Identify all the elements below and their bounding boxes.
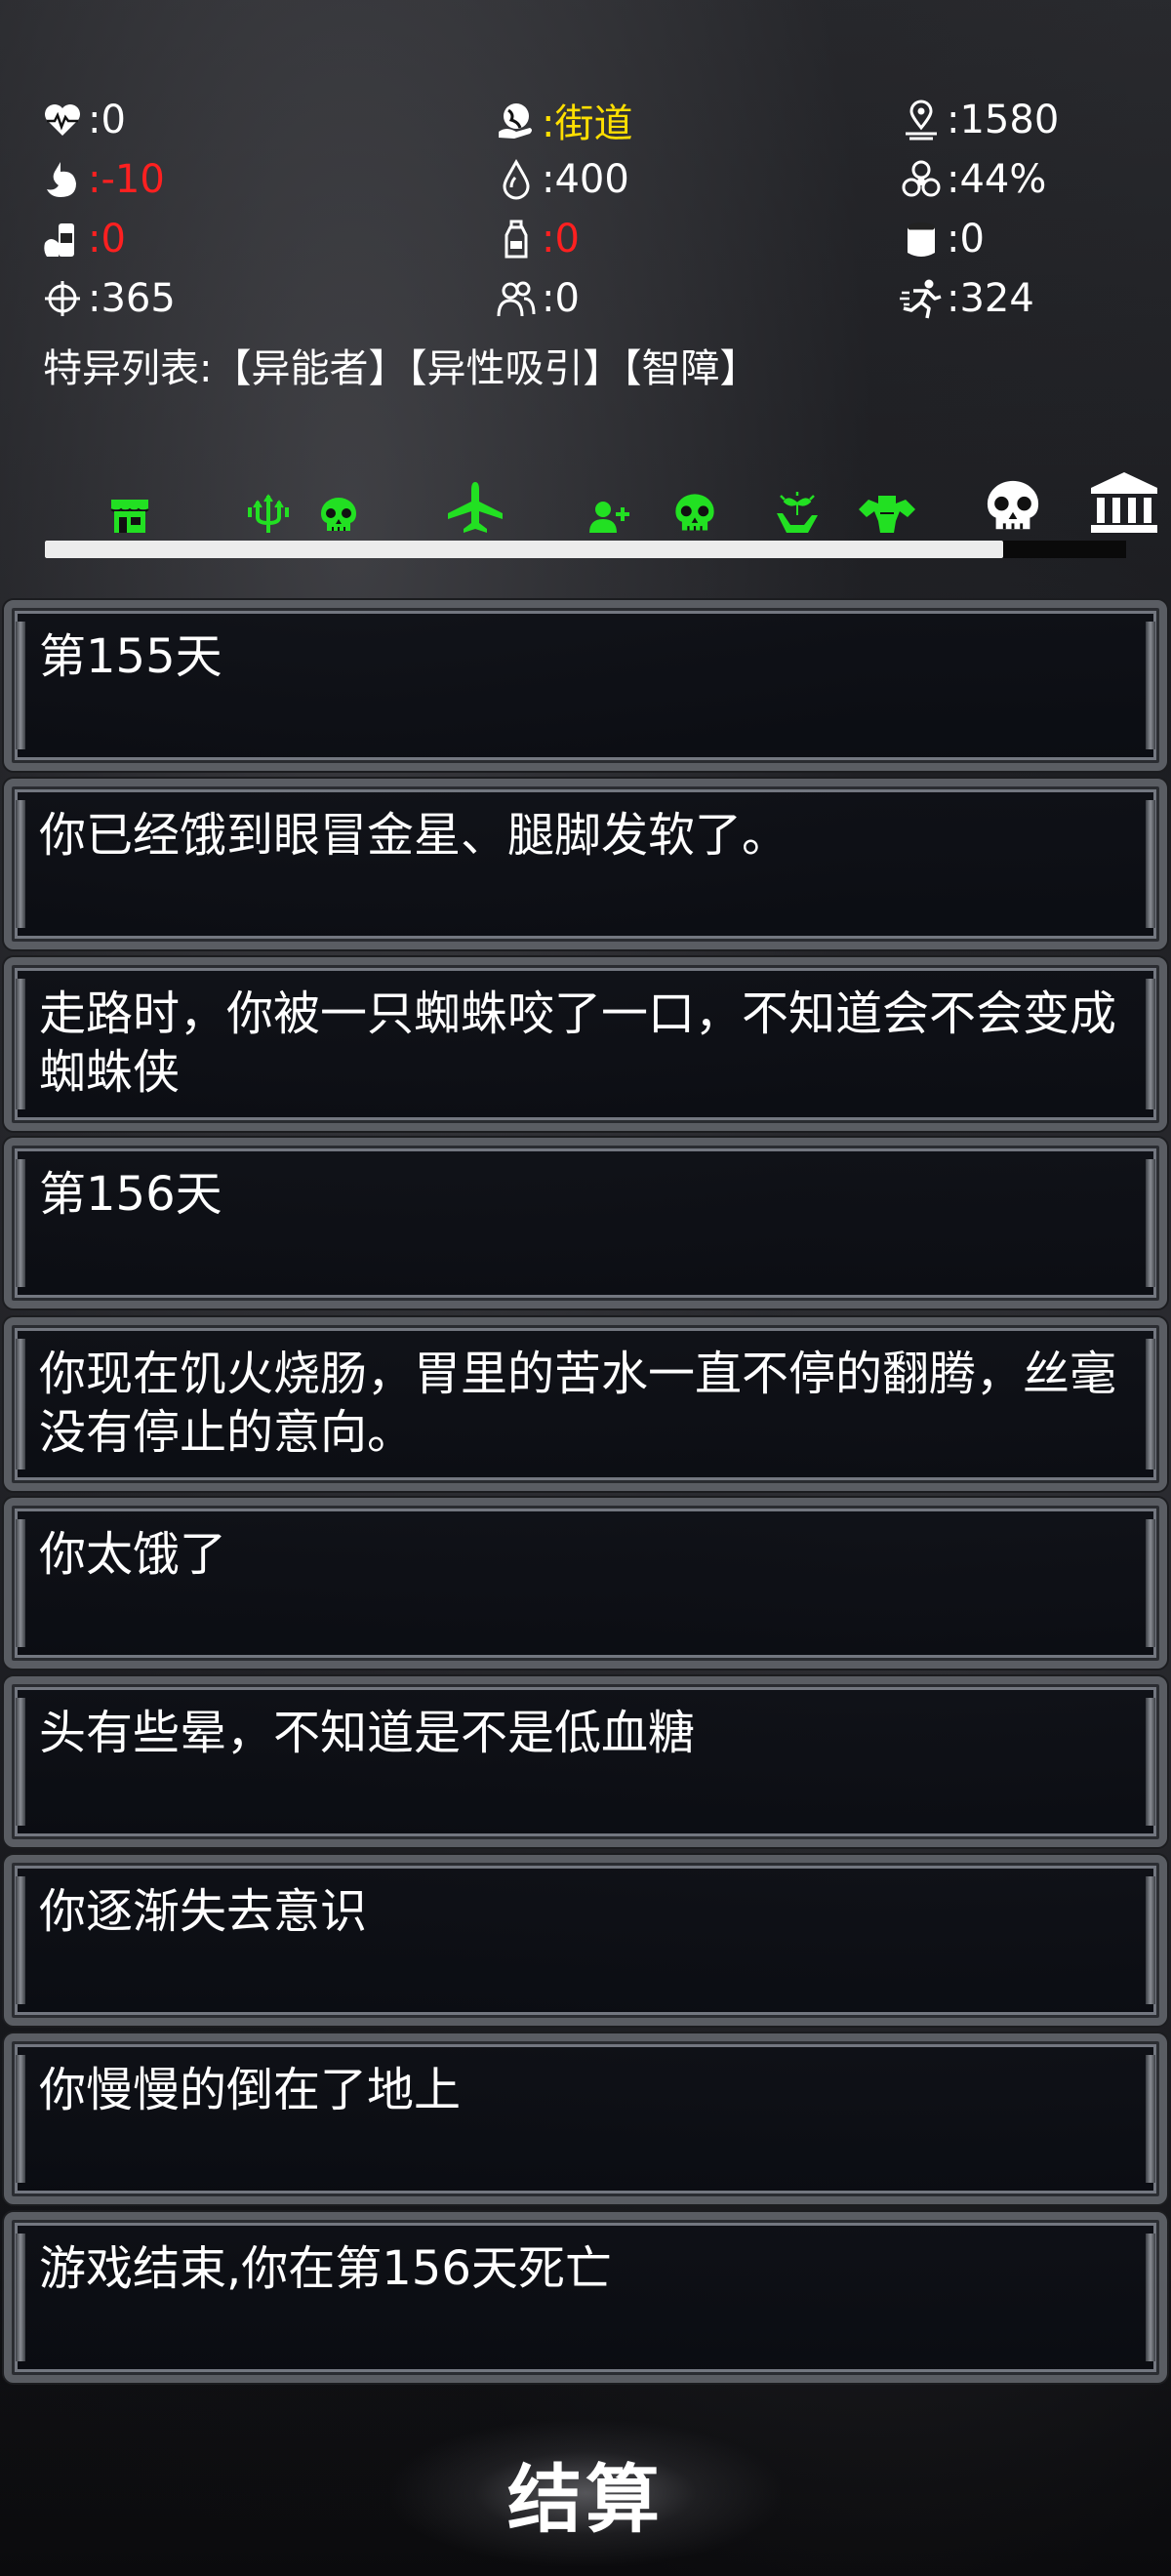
stat-health: :0: [39, 93, 126, 147]
log-entry-text: 你已经饿到眼冒金星、腿脚发软了。: [39, 808, 789, 863]
bottle-icon: [493, 216, 540, 262]
trident-icon[interactable]: [246, 494, 291, 535]
biohazard-icon: [898, 156, 945, 203]
people-icon: [493, 275, 540, 322]
stat-infection-value: :44%: [947, 157, 1047, 202]
stats-row-4: :365 :0 :324: [39, 271, 1142, 331]
log-entry-text: 游戏结束,你在第156天死亡: [39, 2241, 612, 2296]
stat-crosshair: :365: [39, 271, 176, 326]
log-entry: 你慢慢的倒在了地上: [4, 2033, 1167, 2204]
stats-panel: :0 :街道 :1580 :-10:400:44%:0:0:0:36…: [39, 93, 1142, 331]
stat-health-value: :0: [88, 98, 126, 142]
skull-icon[interactable]: [671, 492, 718, 535]
log-entry-text: 走路时，你被一只蜘蛛咬了一口，不知道会不会变成蜘蛛侠: [39, 986, 1117, 1100]
log-entry: 第156天: [4, 1138, 1167, 1308]
stat-hunger-value: :-10: [88, 157, 165, 202]
log-entry: 你逐渐失去意识: [4, 1855, 1167, 2026]
stat-distance: :1580: [898, 93, 1059, 147]
skull-icon[interactable]: [982, 478, 1044, 535]
add-person-icon[interactable]: [587, 500, 632, 535]
stat-ammo: :0: [898, 212, 985, 266]
log-entry-text: 你太饿了: [39, 1527, 227, 1582]
timeline-progress-fill: [45, 541, 1003, 558]
log-entry-text: 你逐渐失去意识: [39, 1884, 368, 1939]
stat-drink-value: :0: [542, 217, 580, 262]
log-entry-text: 头有些晕，不知道是不是低血糖: [39, 1706, 696, 1760]
traits-list: 特异列表:【异能者】【异性吸引】【智障】: [43, 346, 759, 391]
log-entry-text: 第155天: [39, 629, 222, 684]
log-entry: 走路时，你被一只蜘蛛咬了一口，不知道会不会变成蜘蛛侠: [4, 957, 1167, 1131]
stat-location-value: :街道: [542, 101, 633, 146]
globe-hand-icon: [493, 97, 540, 143]
heartbeat-icon: [39, 97, 86, 143]
airplane-icon[interactable]: [446, 480, 505, 535]
log-entry: 第155天: [4, 600, 1167, 771]
stat-food-value: :0: [88, 217, 126, 262]
log-entry-text: 你慢慢的倒在了地上: [39, 2063, 462, 2117]
stats-row-2: :-10 :400 :44%: [39, 152, 1142, 212]
stat-infection: :44%: [898, 152, 1046, 207]
stomach-icon: [39, 156, 86, 203]
running-icon: [898, 275, 945, 322]
stat-companions-value: :0: [542, 276, 580, 321]
settle-button[interactable]: 结算: [390, 2420, 781, 2566]
timeline-progress-track: [45, 541, 1126, 558]
stat-stamina: :324: [898, 271, 1034, 326]
canister-icon: [898, 216, 945, 262]
stat-water: :400: [493, 152, 629, 207]
bank-icon[interactable]: [1089, 470, 1159, 535]
log-entry: 你现在饥火烧肠，胃里的苦水一直不停的翻腾，丝毫没有停止的意向。: [4, 1317, 1167, 1491]
muscle-icon[interactable]: [857, 492, 917, 535]
stat-crosshair-value: :365: [88, 276, 176, 321]
log-entry: 你太饿了: [4, 1498, 1167, 1669]
event-timeline[interactable]: [41, 472, 1157, 566]
stat-location: :街道: [493, 93, 632, 147]
water-drop-icon: [493, 156, 540, 203]
log-entry: 头有些晕，不知道是不是低血糖: [4, 1676, 1167, 1847]
stat-companions: :0: [493, 271, 580, 326]
stat-distance-value: :1580: [947, 98, 1060, 142]
log-entry: 游戏结束,你在第156天死亡: [4, 2212, 1167, 2383]
skull-icon[interactable]: [317, 496, 360, 535]
stats-row-1: :0 :街道 :1580: [39, 93, 1142, 152]
location-pin-icon: [898, 97, 945, 143]
stats-row-3: :0 :0 :0: [39, 212, 1142, 271]
stat-ammo-value: :0: [947, 217, 985, 262]
food-can-icon: [39, 216, 86, 262]
game-screen: :0 :街道 :1580 :-10:400:44%:0:0:0:36…: [0, 0, 1171, 2576]
stat-stamina-value: :324: [947, 276, 1034, 321]
shop-icon[interactable]: [109, 496, 150, 535]
log-entry-text: 第156天: [39, 1167, 222, 1222]
sprout-hand-icon[interactable]: [775, 490, 820, 535]
stat-food: :0: [39, 212, 126, 266]
stat-hunger: :-10: [39, 152, 165, 207]
stat-drink: :0: [493, 212, 580, 266]
crosshair-icon: [39, 275, 86, 322]
log-entry: 你已经饿到眼冒金星、腿脚发软了。: [4, 779, 1167, 949]
log-entry-text: 你现在饥火烧肠，胃里的苦水一直不停的翻腾，丝毫没有停止的意向。: [39, 1347, 1117, 1460]
stat-water-value: :400: [542, 157, 629, 202]
